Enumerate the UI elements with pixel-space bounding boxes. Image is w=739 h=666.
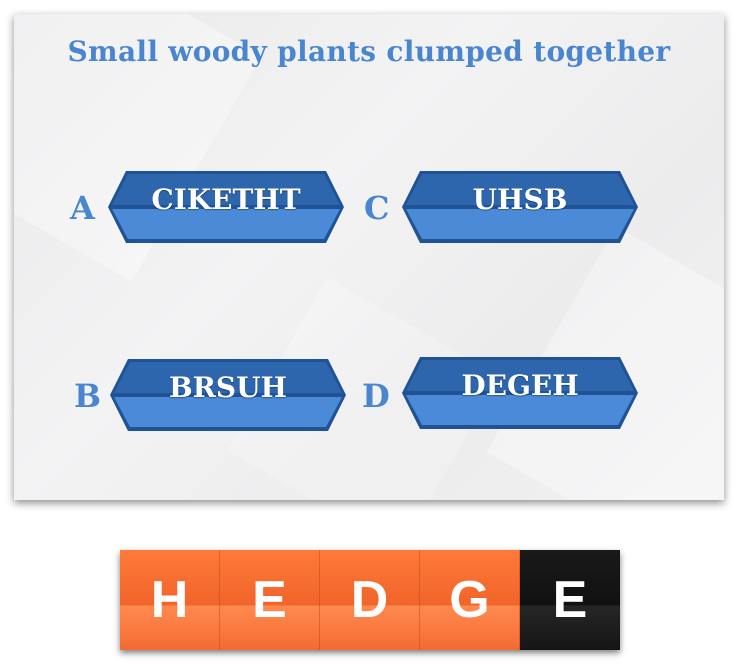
answer-letter: E [252,571,287,629]
answer-tile-5: E [520,550,620,650]
answer-tile-3: D [320,550,420,650]
option-letter-b: B [74,377,102,415]
option-letter-d: D [362,377,390,415]
answer-tile-4: G [420,550,520,650]
answer-tile-1: H [120,550,220,650]
answer-letter: H [150,571,189,629]
answer-letter: E [552,571,588,629]
answer-letter: G [449,571,490,629]
option-text-d: DEGEH [461,369,579,402]
option-letter-c: C [364,189,390,227]
option-text-b: BRSUH [168,371,288,404]
option-text-a: CIKETHT [151,183,301,216]
answer-letter: D [350,571,389,629]
question-text: Small woody plants clumped together [67,35,671,68]
option-button-c[interactable]: UHSB [400,169,640,245]
option-text-c: UHSB [472,183,568,216]
option-button-d[interactable]: DEGEH [400,355,640,431]
answer-tile-2: E [220,550,320,650]
question-card: Small woody plants clumped together A CI… [14,14,724,500]
option-button-b[interactable]: BRSUH [108,357,348,433]
answer-tiles: H E D G E [120,550,620,650]
option-letter-a: A [70,189,95,227]
option-button-a[interactable]: CIKETHT [106,169,346,245]
